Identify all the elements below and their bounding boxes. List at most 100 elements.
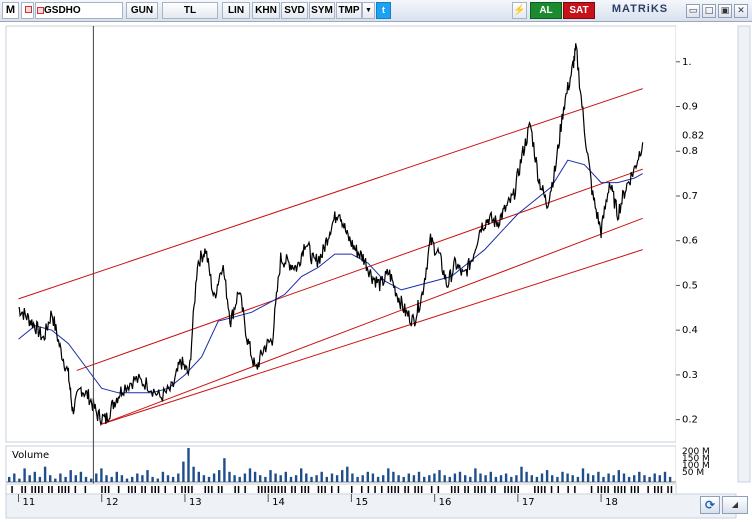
time-ribbon-bar — [324, 486, 326, 493]
time-ribbon-bar — [494, 486, 496, 493]
zoom-icon[interactable]: ◢ — [722, 496, 748, 514]
time-ribbon-bar — [261, 486, 263, 493]
twitter-icon[interactable]: t — [376, 2, 391, 19]
volume-bar — [561, 471, 564, 482]
volume-bar — [504, 473, 508, 482]
time-ribbon-bar — [134, 486, 136, 493]
time-ribbon-bar — [397, 486, 400, 493]
time-ribbon-bar — [48, 486, 50, 493]
y-tick-label: 0.8 — [682, 146, 698, 157]
right-scrollbar[interactable] — [737, 25, 751, 483]
time-ribbon-bar — [430, 486, 433, 493]
time-ribbon-bar — [267, 486, 270, 493]
time-ribbon-bar — [187, 486, 190, 493]
x-tick-label: 17 — [522, 497, 535, 508]
volume-bar — [397, 475, 400, 482]
close-icon[interactable]: ✕ — [734, 4, 748, 18]
symbol-input[interactable]: GSDHO — [35, 2, 123, 19]
link-checkbox[interactable] — [21, 2, 34, 19]
period-button[interactable]: GUN — [126, 2, 158, 19]
volume-bar — [530, 475, 533, 482]
time-ribbon-bar — [404, 486, 406, 493]
volume-bar — [448, 476, 451, 482]
template-dropdown-icon[interactable]: ▼ — [362, 2, 375, 19]
svd-button[interactable]: SVD — [281, 2, 308, 19]
khn-button[interactable]: KHN — [252, 2, 280, 19]
volume-bar — [115, 471, 118, 482]
matriks-menu-button[interactable]: M — [2, 2, 19, 19]
restore-icon[interactable]: □ — [702, 4, 716, 18]
volume-bar — [402, 476, 405, 482]
volume-bar — [520, 466, 523, 482]
y-axis-panel — [676, 26, 734, 482]
buy-button[interactable]: AL — [530, 2, 562, 19]
volume-bar — [556, 476, 559, 482]
time-ribbon-bar — [624, 486, 626, 493]
volume-bar — [284, 471, 287, 482]
volume-bar — [79, 471, 83, 482]
sync-icon[interactable]: ⟳ — [700, 496, 720, 514]
time-ribbon-bar — [367, 486, 370, 493]
time-ribbon-bar — [207, 486, 210, 493]
volume-bar — [120, 475, 124, 482]
maximize-icon[interactable]: ▣ — [718, 4, 732, 18]
volume-bar — [351, 473, 354, 482]
last-price-label: 0.82 — [682, 130, 704, 141]
x-tick-label: 11 — [22, 497, 35, 508]
price-chart[interactable]: 0.20.30.40.50.60.70.80.91. 0.82 Volume 2… — [0, 22, 752, 522]
volume-bar — [146, 470, 149, 482]
time-ribbon-bar — [514, 486, 516, 493]
time-ribbon-bar — [294, 486, 296, 493]
volume-bar — [469, 476, 472, 482]
volume-bar — [228, 471, 231, 482]
volume-tick-label: 50 M — [682, 468, 704, 478]
volume-bar — [156, 478, 159, 482]
time-ribbon-bar — [337, 486, 340, 493]
time-ribbon-bar — [74, 486, 77, 493]
time-ribbon-bar — [274, 486, 276, 493]
time-ribbon-bar — [657, 486, 659, 493]
volume-bar — [371, 473, 375, 482]
time-ribbon-bar — [174, 486, 176, 493]
x-tick-label: 13 — [189, 497, 202, 508]
time-ribbon-bar — [484, 486, 486, 493]
volume-bar — [525, 471, 528, 482]
volume-bar — [49, 475, 52, 482]
currency-button[interactable]: TL — [162, 2, 218, 19]
minimize-icon[interactable]: ▭ — [686, 4, 700, 18]
volume-bar — [218, 470, 221, 482]
volume-bar — [59, 473, 62, 482]
volume-bar — [540, 473, 544, 482]
volume-bar — [653, 473, 656, 482]
volume-bar — [84, 476, 88, 482]
volume-bar — [423, 476, 426, 482]
volume-bar — [305, 473, 308, 482]
time-ribbon-bar — [540, 486, 543, 493]
sym-button[interactable]: SYM — [309, 2, 335, 19]
time-ribbon-bar — [41, 486, 43, 493]
x-tick-label: 18 — [605, 497, 618, 508]
volume-bar — [269, 470, 272, 482]
time-ribbon-bar — [467, 486, 469, 493]
time-ribbon-bar — [654, 486, 656, 493]
time-ribbon-bar — [331, 486, 333, 493]
x-tick-label: 12 — [106, 497, 119, 508]
y-tick-label: 0.7 — [682, 191, 698, 202]
volume-bar — [576, 476, 580, 482]
y-tick-label: 0.3 — [682, 370, 698, 381]
time-ribbon-bar — [361, 486, 363, 493]
time-ribbon-bar — [131, 486, 133, 493]
volume-bar — [453, 473, 457, 482]
volume-bar — [110, 476, 113, 482]
volume-bar — [197, 471, 200, 482]
time-ribbon-bar — [600, 486, 603, 493]
volume-bar — [417, 471, 421, 482]
scale-button[interactable]: LIN — [222, 2, 250, 19]
flash-icon[interactable]: ⚡ — [512, 2, 527, 19]
volume-bar — [33, 471, 36, 482]
volume-bar — [382, 475, 385, 482]
template-button[interactable]: TMP — [336, 2, 362, 19]
time-ribbon-bar — [477, 486, 479, 493]
sell-button[interactable]: SAT — [563, 2, 595, 19]
time-ribbon-bar — [351, 486, 353, 493]
